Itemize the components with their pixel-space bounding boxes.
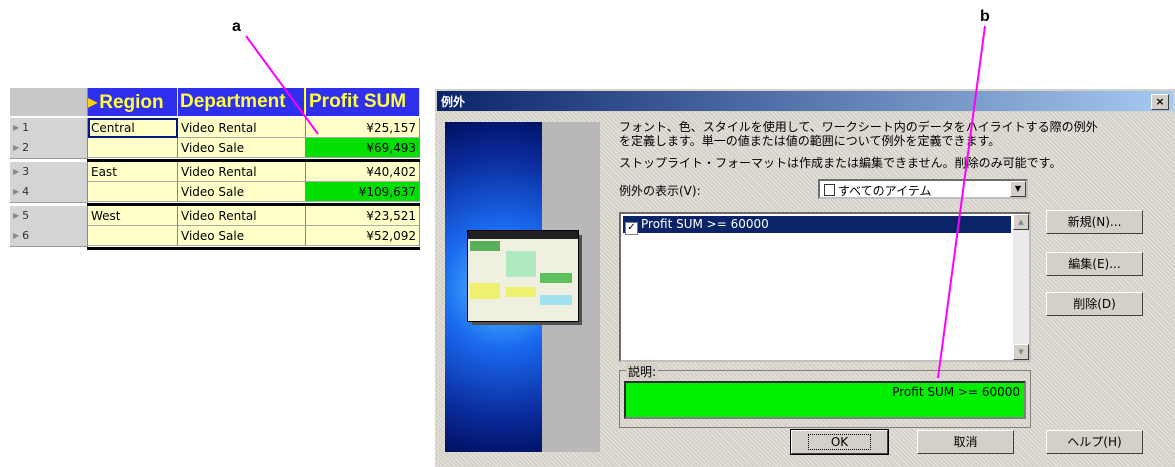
cell-region[interactable]: [88, 182, 178, 202]
column-header-profit-sum[interactable]: Profit SUM: [306, 88, 420, 116]
row-header[interactable]: ▶ 6: [10, 226, 88, 247]
column-header-department[interactable]: Department: [178, 88, 305, 116]
dialog-title-bar[interactable]: 例外 ×: [437, 91, 1173, 111]
chevron-down-icon[interactable]: ▼: [1010, 181, 1026, 197]
scroll-down-icon[interactable]: ▼: [1013, 344, 1029, 360]
callout-label-b: b: [980, 8, 990, 25]
group-separator: [87, 159, 420, 162]
cell-profit-sum[interactable]: ¥23,521: [306, 206, 420, 226]
cell-region[interactable]: West: [88, 206, 178, 226]
triangle-right-icon: ▶: [13, 211, 20, 220]
cell-department[interactable]: Video Sale: [178, 182, 306, 202]
stoplight-note: ストップライト・フォーマットは作成または編集できません。削除のみ可能です。: [619, 156, 1062, 170]
table-row: ▶ 3 East Video Rental ¥40,402: [10, 162, 420, 183]
cell-profit-sum[interactable]: ¥109,637: [306, 182, 420, 202]
scroll-up-icon[interactable]: ▲: [1013, 214, 1029, 230]
close-icon: ×: [1155, 95, 1165, 108]
cancel-button[interactable]: 取消: [917, 430, 1014, 454]
close-button[interactable]: ×: [1151, 94, 1169, 110]
table-row: ▶ 4 Video Sale ¥109,637: [10, 182, 420, 203]
triangle-right-icon: ▶: [13, 123, 20, 132]
exceptions-list[interactable]: ✓ Profit SUM >= 60000 ▲ ▼: [619, 212, 1031, 362]
table-row: ▶ 1 Central Video Rental ¥25,157: [10, 118, 420, 139]
group-separator: [87, 203, 420, 206]
show-exceptions-label: 例外の表示(V):: [619, 184, 701, 198]
document-icon: [824, 184, 835, 196]
column-header-region[interactable]: ▶ Region: [88, 88, 178, 116]
dialog-body: フォント、色、スタイルを使用して、ワークシート内のデータをハイライトする際の例外…: [435, 112, 1175, 467]
cell-department[interactable]: Video Rental: [178, 118, 306, 138]
cell-profit-sum[interactable]: ¥52,092: [306, 226, 420, 246]
table-row: ▶ 2 Video Sale ¥69,493: [10, 138, 420, 159]
cell-department[interactable]: Video Sale: [178, 138, 306, 158]
callout-label-a: a: [232, 18, 241, 35]
row-header[interactable]: ▶ 4: [10, 182, 88, 203]
row-header[interactable]: ▶ 1: [10, 118, 88, 139]
cell-profit-sum[interactable]: ¥25,157: [306, 118, 420, 138]
list-scrollbar[interactable]: ▲ ▼: [1013, 214, 1029, 360]
triangle-right-icon: ▶: [13, 167, 20, 176]
dialog-description: フォント、色、スタイルを使用して、ワークシート内のデータをハイライトする際の例外…: [619, 120, 1098, 148]
row-header[interactable]: ▶ 2: [10, 138, 88, 159]
ok-button[interactable]: OK: [790, 429, 889, 455]
cell-department[interactable]: Video Sale: [178, 226, 306, 246]
row-header[interactable]: ▶ 3: [10, 162, 88, 183]
cell-region[interactable]: [88, 226, 178, 246]
dialog-title: 例外: [441, 95, 466, 109]
exception-checkbox[interactable]: ✓: [625, 222, 638, 235]
triangle-right-icon: ▶: [13, 143, 20, 152]
table-row: ▶ 6 Video Sale ¥52,092: [10, 226, 420, 247]
show-exceptions-select[interactable]: すべてのアイテム ▼: [818, 179, 1028, 199]
preview-image: [445, 122, 600, 452]
new-button[interactable]: 新規(N)...: [1046, 210, 1143, 234]
explanation-label: 説明:: [626, 363, 659, 380]
cell-department[interactable]: Video Rental: [178, 206, 306, 226]
cell-profit-sum[interactable]: ¥69,493: [306, 138, 420, 158]
list-item[interactable]: ✓ Profit SUM >= 60000: [623, 216, 1011, 235]
cell-region[interactable]: Central: [88, 118, 178, 138]
help-button[interactable]: ヘルプ(H): [1046, 430, 1143, 454]
row-header[interactable]: ▶ 5: [10, 206, 88, 227]
cell-department[interactable]: Video Rental: [178, 162, 306, 182]
explanation-preview: Profit SUM >= 60000: [624, 381, 1026, 419]
triangle-right-icon: ▶: [13, 187, 20, 196]
mini-table-illustration: [467, 230, 579, 322]
cell-region[interactable]: East: [88, 162, 178, 182]
grid-corner[interactable]: [10, 88, 88, 116]
triangle-right-icon: ▶: [13, 231, 20, 240]
table-row: ▶ 5 West Video Rental ¥23,521: [10, 206, 420, 227]
triangle-right-icon: ▶: [88, 95, 98, 109]
cell-profit-sum[interactable]: ¥40,402: [306, 162, 420, 182]
group-separator: [87, 247, 420, 250]
exceptions-dialog: 例外 × フォント、色、スタイルを使用して、ワークシート内のデータをハイライトす…: [434, 88, 1175, 467]
cell-region[interactable]: [88, 138, 178, 158]
delete-button[interactable]: 削除(D): [1046, 292, 1143, 316]
explanation-group: 説明: Profit SUM >= 60000: [619, 363, 1031, 428]
edit-button[interactable]: 編集(E)...: [1046, 252, 1143, 276]
